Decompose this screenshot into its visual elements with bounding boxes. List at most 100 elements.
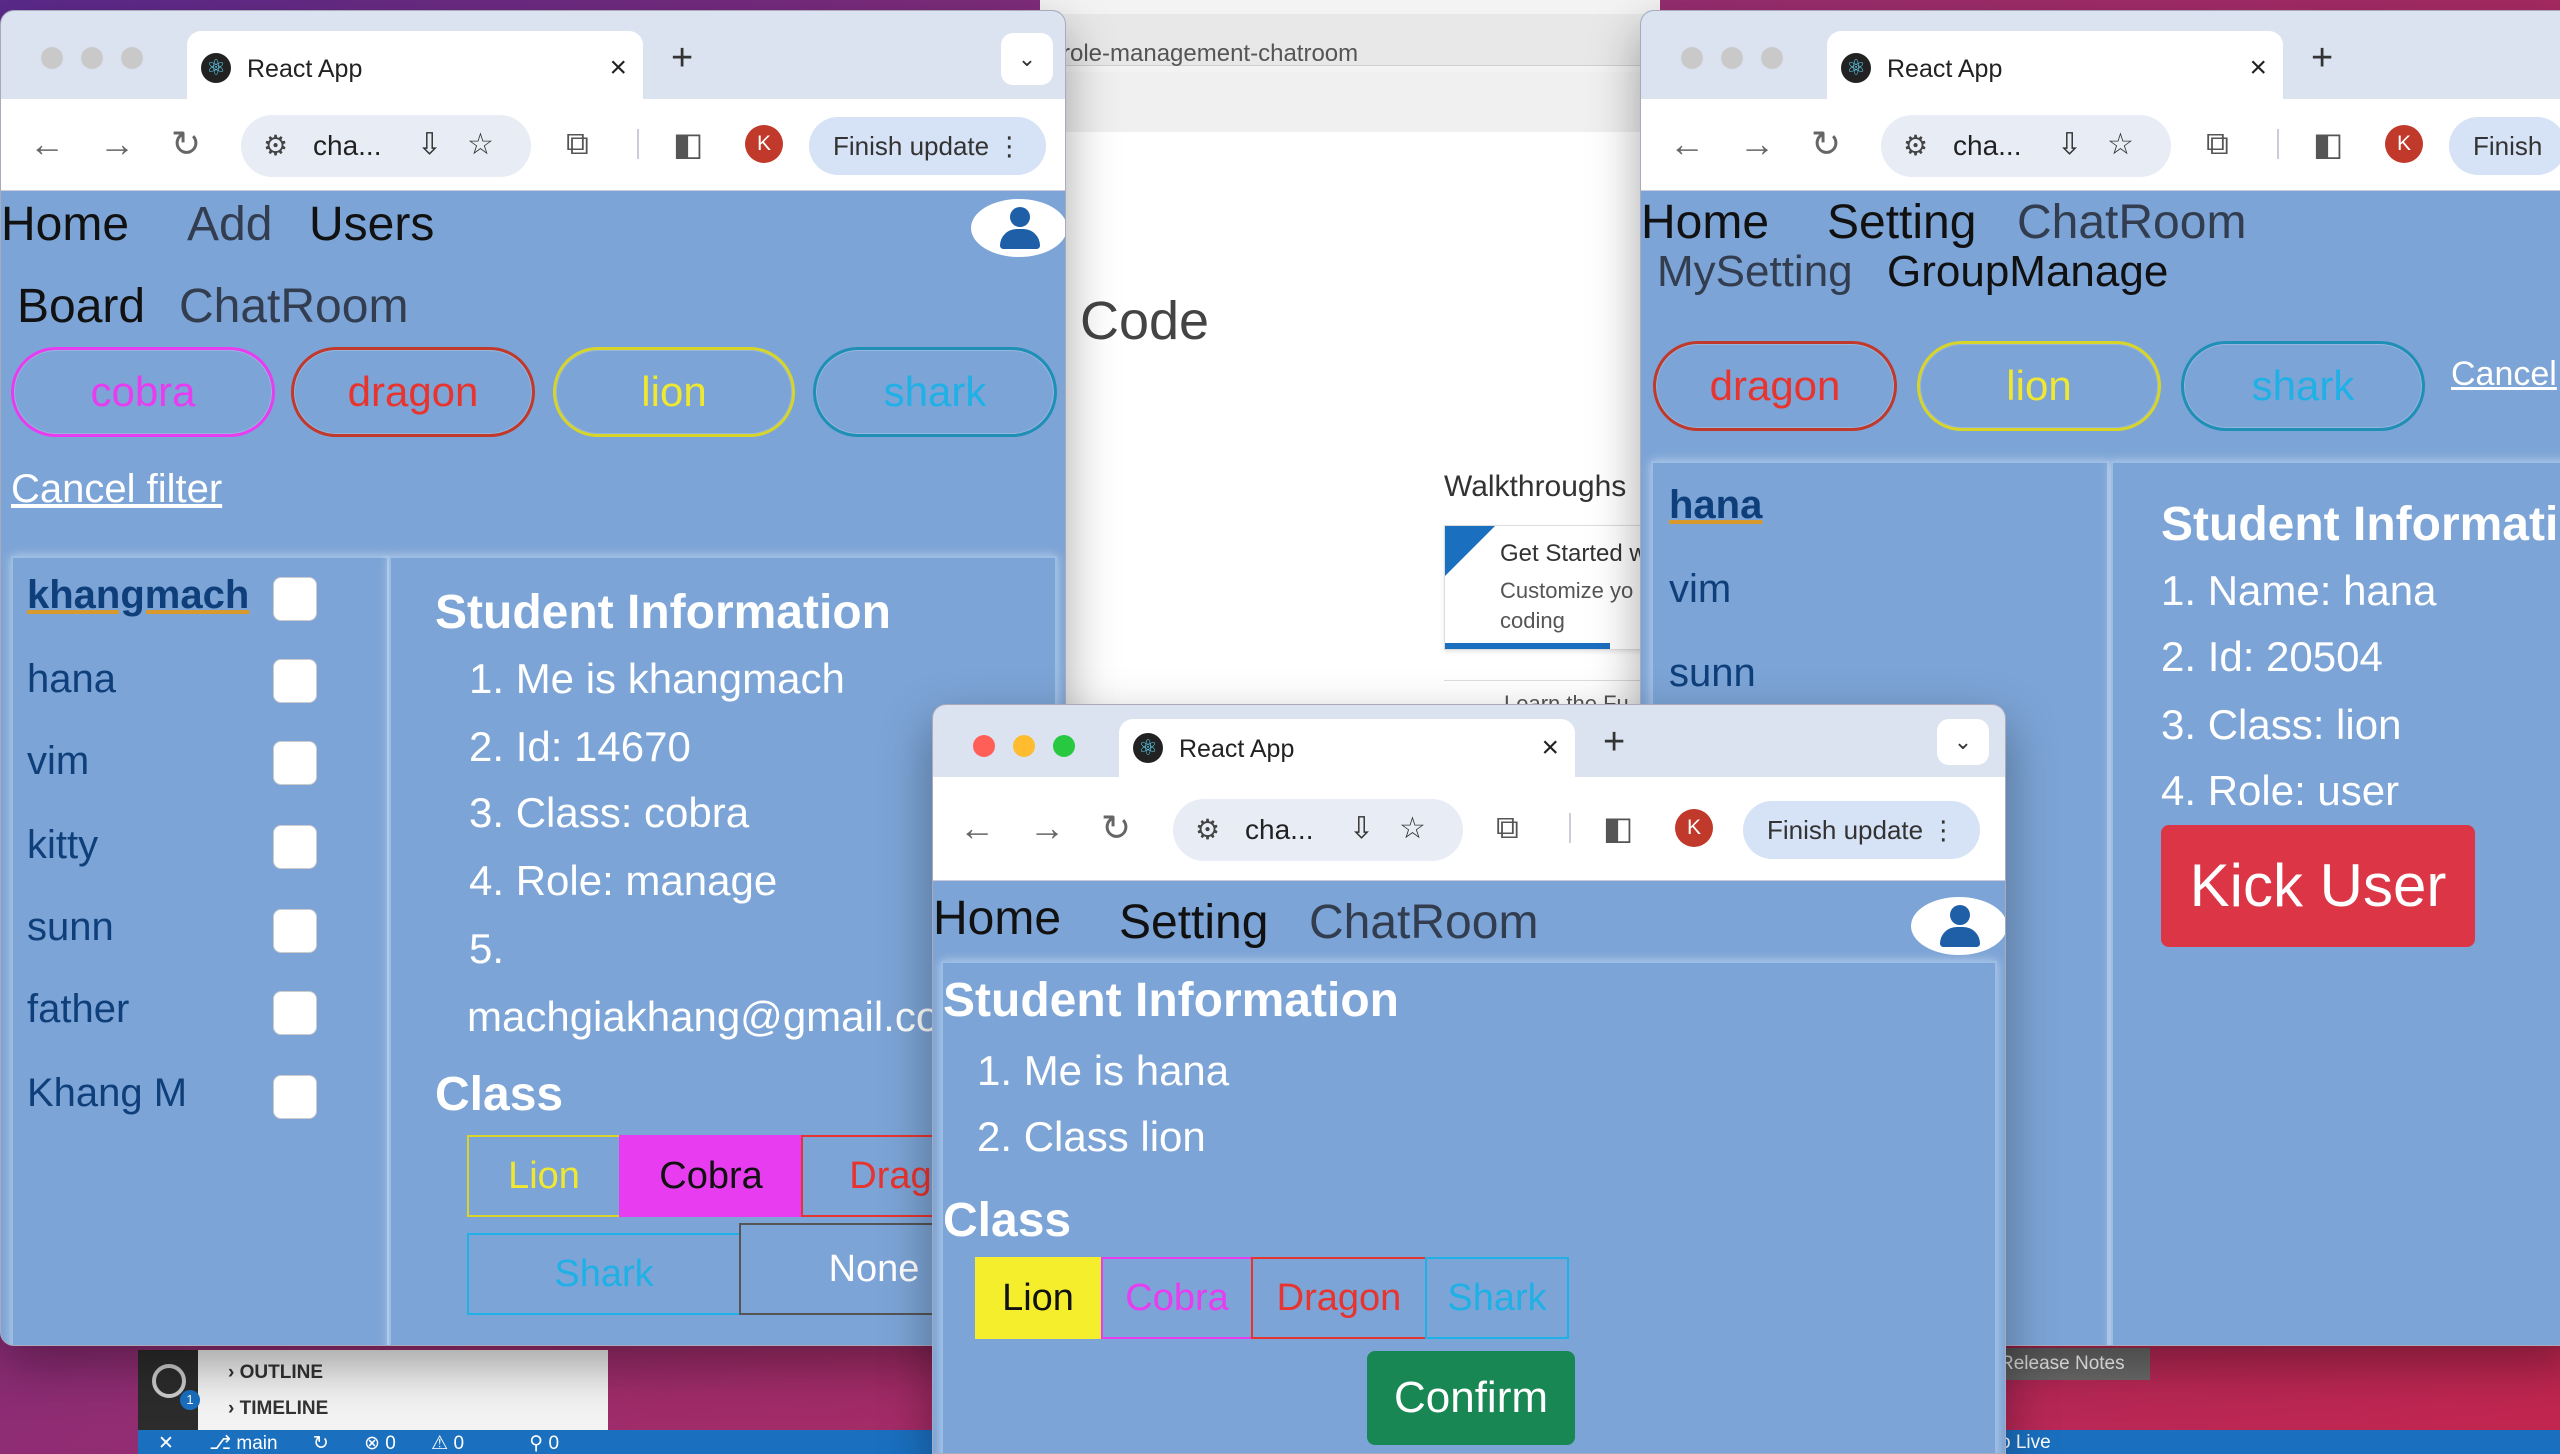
back-icon[interactable]: ←: [1669, 123, 1705, 165]
maximize-window-icon[interactable]: [1053, 735, 1075, 757]
filter-lion[interactable]: lion: [553, 347, 795, 437]
site-info-icon[interactable]: ⚙: [1195, 813, 1220, 846]
gear-icon[interactable]: [152, 1364, 186, 1398]
list-item[interactable]: hana: [27, 657, 116, 702]
nav-home[interactable]: Home: [933, 891, 1061, 946]
list-item[interactable]: Khang M: [27, 1071, 187, 1116]
nav-chatroom[interactable]: ChatRoom: [179, 279, 408, 334]
user-checkbox[interactable]: [273, 659, 317, 703]
remote-icon[interactable]: ✕: [158, 1433, 174, 1454]
problems-indicator[interactable]: ⊗ 0 ⚠ 0: [364, 1433, 494, 1454]
sidepanel-icon[interactable]: ◧: [673, 125, 703, 163]
site-info-icon[interactable]: ⚙: [263, 129, 288, 162]
star-icon[interactable]: ☆: [1399, 811, 1426, 846]
filter-lion[interactable]: lion: [1917, 341, 2161, 431]
new-tab-icon[interactable]: +: [1603, 721, 1625, 764]
branch-indicator[interactable]: ⎇ main ↻: [209, 1433, 329, 1454]
profile-avatar[interactable]: K: [745, 125, 783, 163]
user-checkbox[interactable]: [273, 1075, 317, 1119]
close-window-icon[interactable]: [973, 735, 995, 757]
filter-dragon[interactable]: dragon: [1653, 341, 1897, 431]
user-avatar-icon[interactable]: [971, 199, 1065, 257]
forward-icon[interactable]: →: [1029, 807, 1065, 849]
star-icon[interactable]: ☆: [2107, 127, 2134, 162]
reload-icon[interactable]: ↻: [1101, 807, 1131, 849]
close-tab-icon[interactable]: ×: [609, 51, 627, 85]
class-lion-button[interactable]: Lion: [975, 1257, 1101, 1339]
nav-home[interactable]: Home: [1, 197, 129, 252]
filter-dragon[interactable]: dragon: [291, 347, 535, 437]
close-window-icon[interactable]: [41, 47, 63, 69]
profile-avatar[interactable]: K: [1675, 809, 1713, 847]
user-checkbox[interactable]: [273, 909, 317, 953]
maximize-window-icon[interactable]: [121, 47, 143, 69]
class-shark-button[interactable]: Shark: [467, 1233, 741, 1315]
kick-user-button[interactable]: Kick User: [2161, 825, 2475, 947]
forward-icon[interactable]: →: [99, 123, 135, 165]
profile-avatar[interactable]: K: [2385, 125, 2423, 163]
tab-react-app[interactable]: ⚛ React App ×: [1119, 719, 1575, 777]
timeline-section[interactable]: › TIMELINE: [228, 1398, 328, 1420]
minimize-window-icon[interactable]: [1721, 47, 1743, 69]
cancel-filter-link[interactable]: Cancel filter: [11, 467, 222, 512]
install-icon[interactable]: ⇩: [1349, 811, 1374, 846]
extensions-icon[interactable]: ⧉: [2206, 125, 2229, 163]
nav-chatroom[interactable]: ChatRoom: [2017, 195, 2246, 250]
star-icon[interactable]: ☆: [467, 127, 494, 162]
list-item[interactable]: sunn: [27, 905, 114, 950]
cancel-filter-link[interactable]: Cancel: [2451, 355, 2557, 394]
back-icon[interactable]: ←: [29, 123, 65, 165]
tab-react-app[interactable]: ⚛ React App ×: [1827, 31, 2283, 99]
close-window-icon[interactable]: [1681, 47, 1703, 69]
address-bar[interactable]: ⚙ cha... ⇩ ☆: [241, 115, 531, 177]
address-bar[interactable]: ⚙ cha... ⇩ ☆: [1881, 115, 2171, 177]
install-icon[interactable]: ⇩: [417, 127, 442, 162]
finish-update-button[interactable]: Finish update ⋮: [1743, 801, 1981, 859]
nav-mysetting[interactable]: MySetting: [1657, 247, 1853, 297]
class-lion-button[interactable]: Lion: [467, 1135, 621, 1217]
back-icon[interactable]: ←: [959, 807, 995, 849]
user-avatar-icon[interactable]: [1911, 897, 2005, 955]
close-tab-icon[interactable]: ×: [2249, 51, 2267, 85]
class-cobra-button[interactable]: Cobra: [619, 1135, 803, 1217]
class-dragon-button[interactable]: Dragon: [1251, 1257, 1427, 1339]
class-shark-button[interactable]: Shark: [1425, 1257, 1569, 1339]
list-item[interactable]: hana: [1669, 483, 1762, 528]
finish-update-button[interactable]: Finish: [2449, 117, 2560, 175]
user-checkbox[interactable]: [273, 991, 317, 1035]
filter-cobra[interactable]: cobra: [11, 347, 275, 437]
nav-setting[interactable]: Setting: [1827, 195, 1976, 250]
class-cobra-button[interactable]: Cobra: [1101, 1257, 1253, 1339]
extensions-icon[interactable]: ⧉: [1496, 809, 1519, 847]
maximize-window-icon[interactable]: [1761, 47, 1783, 69]
user-checkbox[interactable]: [273, 577, 317, 621]
list-item[interactable]: father: [27, 987, 129, 1032]
list-item[interactable]: khangmach: [27, 573, 249, 618]
nav-groupmanage[interactable]: GroupManage: [1887, 247, 2168, 297]
minimize-window-icon[interactable]: [81, 47, 103, 69]
filter-shark[interactable]: shark: [813, 347, 1057, 437]
nav-home[interactable]: Home: [1641, 195, 1769, 250]
finish-update-button[interactable]: Finish update ⋮: [809, 117, 1047, 175]
nav-chatroom[interactable]: ChatRoom: [1309, 895, 1538, 950]
reload-icon[interactable]: ↻: [1811, 123, 1841, 165]
release-notes-tooltip[interactable]: Release Notes: [1990, 1348, 2150, 1380]
forward-icon[interactable]: →: [1739, 123, 1775, 165]
filter-shark[interactable]: shark: [2181, 341, 2425, 431]
new-tab-icon[interactable]: +: [671, 37, 693, 80]
sidepanel-icon[interactable]: ◧: [2313, 125, 2343, 163]
ports-indicator[interactable]: ⚲ 0: [529, 1433, 589, 1454]
nav-board[interactable]: Board: [17, 279, 145, 334]
address-bar[interactable]: ⚙ cha... ⇩ ☆: [1173, 799, 1463, 861]
site-info-icon[interactable]: ⚙: [1903, 129, 1928, 162]
install-icon[interactable]: ⇩: [2057, 127, 2082, 162]
list-item[interactable]: sunn: [1669, 651, 1756, 696]
user-checkbox[interactable]: [273, 825, 317, 869]
list-item[interactable]: vim: [27, 739, 89, 784]
new-tab-icon[interactable]: +: [2311, 37, 2333, 80]
chevron-down-icon[interactable]: ⌄: [1001, 33, 1053, 85]
tab-react-app[interactable]: ⚛ React App ×: [187, 31, 643, 99]
nav-add[interactable]: Add: [187, 197, 272, 252]
list-item[interactable]: kitty: [27, 823, 98, 868]
user-checkbox[interactable]: [273, 741, 317, 785]
